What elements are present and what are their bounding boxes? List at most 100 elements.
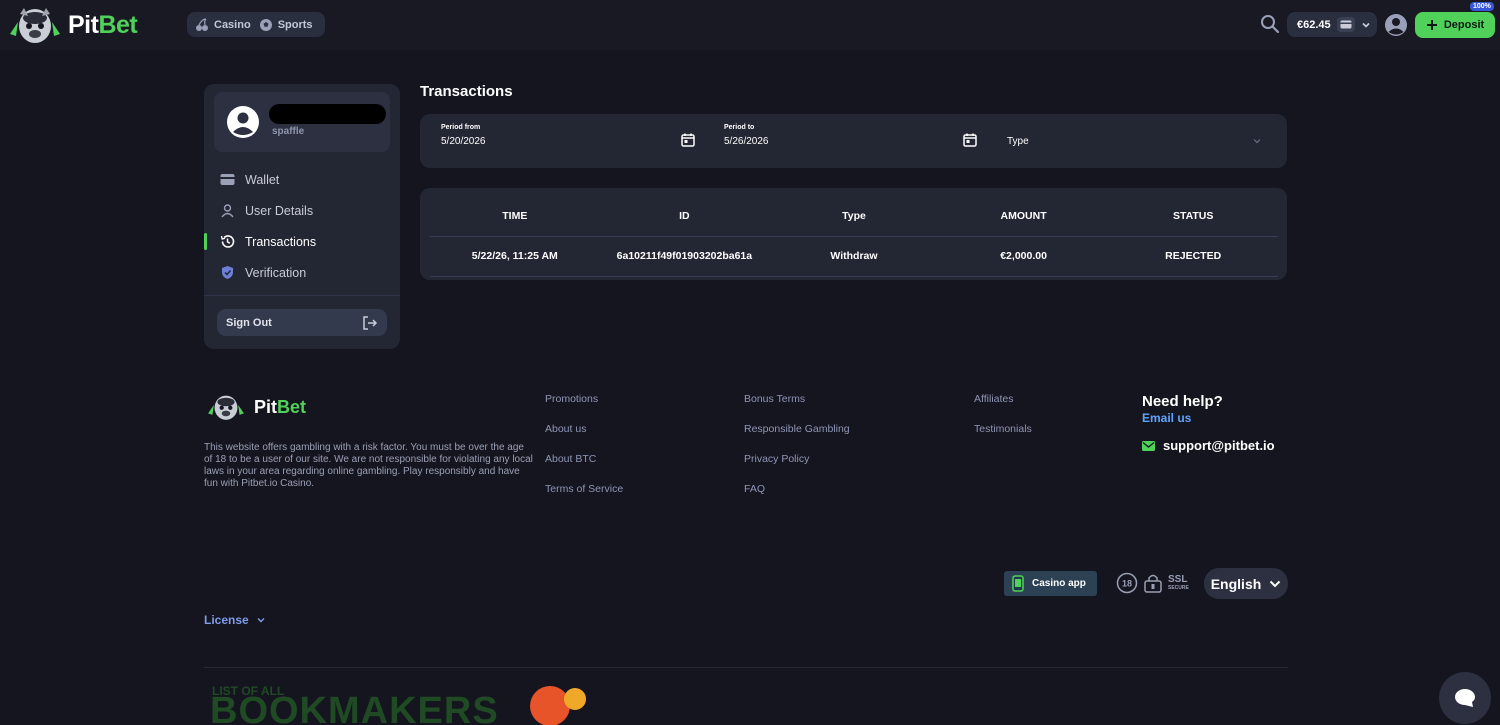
transactions-table: TIME ID Type AMOUNT STATUS 5/22/26, 11:2… (420, 188, 1287, 280)
bookmakers-big-text: BOOKMAKERS (210, 690, 499, 725)
chevron-down-icon (1362, 22, 1370, 28)
sign-out-icon (363, 315, 378, 330)
footer-link-promotions[interactable]: Promotions (545, 393, 598, 405)
mascot-ball-icon (530, 686, 570, 725)
ssl-secure-badge: SSL SECURE (1168, 574, 1189, 592)
live-chat-button[interactable] (1439, 672, 1491, 724)
page-title: Transactions (420, 83, 513, 100)
wallet-icon (1336, 17, 1355, 32)
sidebar-item-user-details[interactable]: User Details (204, 195, 400, 226)
wallet-icon (220, 174, 235, 185)
deposit-label: Deposit (1443, 19, 1485, 31)
sidebar-item-verification[interactable]: Verification (204, 257, 400, 288)
lock-icon (1144, 574, 1162, 593)
sidebar-item-label: Verification (245, 265, 307, 280)
table-divider (430, 276, 1278, 277)
column-header-id: ID (679, 210, 690, 222)
sign-out-button[interactable]: Sign Out (217, 309, 387, 336)
language-selector[interactable]: English (1204, 568, 1288, 599)
age-badge-text: 18 (1122, 579, 1132, 589)
envelope-icon (1142, 440, 1155, 451)
cherries-icon (196, 17, 208, 31)
profile-avatar-icon (227, 106, 259, 138)
nav-casino-label: Casino (214, 18, 251, 31)
cell-amount: €2,000.00 (1000, 250, 1047, 262)
nav-sports[interactable]: Sports (259, 18, 313, 32)
sidebar-item-label: Wallet (245, 172, 280, 187)
footer-link-about-btc[interactable]: About BTC (545, 453, 596, 465)
cell-type: Withdraw (830, 250, 878, 262)
redacted-name (269, 104, 386, 124)
footer-link-affiliates[interactable]: Affiliates (974, 393, 1014, 405)
footer-disclaimer: This website offers gambling with a risk… (204, 442, 533, 489)
footer-link-terms[interactable]: Terms of Service (545, 483, 623, 495)
bonus-badge: 100% (1470, 2, 1494, 11)
footer-link-privacy[interactable]: Privacy Policy (744, 453, 809, 465)
shield-check-icon (222, 266, 233, 279)
column-header-time: TIME (502, 210, 528, 222)
column-header-type: Type (842, 210, 866, 222)
coin-icon (564, 688, 586, 710)
cell-status: REJECTED (1165, 250, 1222, 262)
cell-id: 6a10211f49f01903202ba61a (616, 250, 753, 262)
footer-brand-name: PitBet (254, 396, 307, 417)
account-menu: Wallet User Details Transactions Verific… (204, 164, 400, 288)
plus-icon (1426, 20, 1437, 30)
calendar-icon[interactable] (963, 133, 977, 147)
soccer-ball-icon (259, 18, 272, 31)
footer-link-faq[interactable]: FAQ (744, 483, 765, 495)
age-18-icon: 18 (1116, 572, 1138, 594)
casino-app-label: Casino app (1032, 578, 1086, 589)
brand-name: PitBet (68, 10, 138, 39)
account-avatar-icon[interactable] (1384, 13, 1408, 37)
cell-time: 5/22/26, 11:25 AM (471, 250, 558, 262)
footer-link-about-us[interactable]: About us (545, 423, 586, 435)
deposit-button[interactable]: Deposit (1415, 12, 1495, 38)
top-nav: Casino Sports (187, 12, 325, 37)
support-email: support@pitbet.io (1163, 438, 1275, 453)
type-select-label: Type (1007, 136, 1029, 147)
sidebar-item-wallet[interactable]: Wallet (204, 164, 400, 195)
license-label: License (204, 613, 249, 627)
footer-logo[interactable]: PitBet (204, 392, 306, 422)
period-to-label: Period to (724, 124, 755, 131)
chevron-down-icon (1270, 580, 1281, 587)
sidebar-item-label: User Details (245, 203, 314, 218)
phone-icon (1012, 575, 1024, 592)
username: spaffle (272, 126, 305, 137)
language-label: English (1210, 575, 1262, 592)
nav-casino[interactable]: Casino (195, 17, 251, 32)
balance-selector[interactable]: €62.45 (1287, 12, 1377, 37)
footer-link-responsible-gambling[interactable]: Responsible Gambling (744, 423, 850, 435)
chat-bubble-icon (1455, 689, 1475, 707)
period-to-value: 5/26/2026 (724, 136, 769, 147)
chevron-down-icon (1253, 139, 1261, 144)
brand-logo[interactable]: PitBet (6, 4, 138, 46)
balance-amount: €62.45 (1297, 18, 1331, 31)
footer-link-bonus-terms[interactable]: Bonus Terms (744, 393, 805, 405)
footer-divider (204, 667, 1288, 668)
search-icon[interactable] (1260, 14, 1280, 34)
footer-link-testimonials[interactable]: Testimonials (974, 423, 1032, 435)
support-email-link[interactable]: support@pitbet.io (1142, 438, 1275, 453)
period-from-value: 5/20/2026 (441, 136, 486, 147)
table-divider (430, 236, 1278, 237)
license-toggle[interactable]: License (204, 613, 265, 627)
sidebar-item-label: Transactions (245, 234, 317, 249)
period-from-label: Period from (441, 124, 481, 131)
bulldog-logo-icon (208, 395, 244, 420)
top-header: PitBet Casino Sports €62.45 Deposit 100% (0, 0, 1500, 50)
column-header-status: STATUS (1172, 210, 1214, 222)
sidebar-item-transactions[interactable]: Transactions (204, 226, 400, 257)
table-row: 5/22/26, 11:25 AM 6a10211f49f01903202ba6… (430, 250, 1278, 262)
profile-card: spaffle (214, 92, 390, 152)
table-header-row: TIME ID Type AMOUNT STATUS (430, 210, 1278, 222)
casino-app-button[interactable]: Casino app (1004, 571, 1097, 596)
sidebar-divider (204, 295, 400, 296)
nav-sports-label: Sports (277, 18, 313, 31)
help-title: Need help? (1142, 393, 1223, 410)
trust-badges: 18 SSL SECURE (1116, 572, 1189, 594)
bulldog-logo-icon (10, 8, 60, 43)
user-icon (221, 204, 234, 218)
calendar-icon[interactable] (681, 133, 695, 147)
